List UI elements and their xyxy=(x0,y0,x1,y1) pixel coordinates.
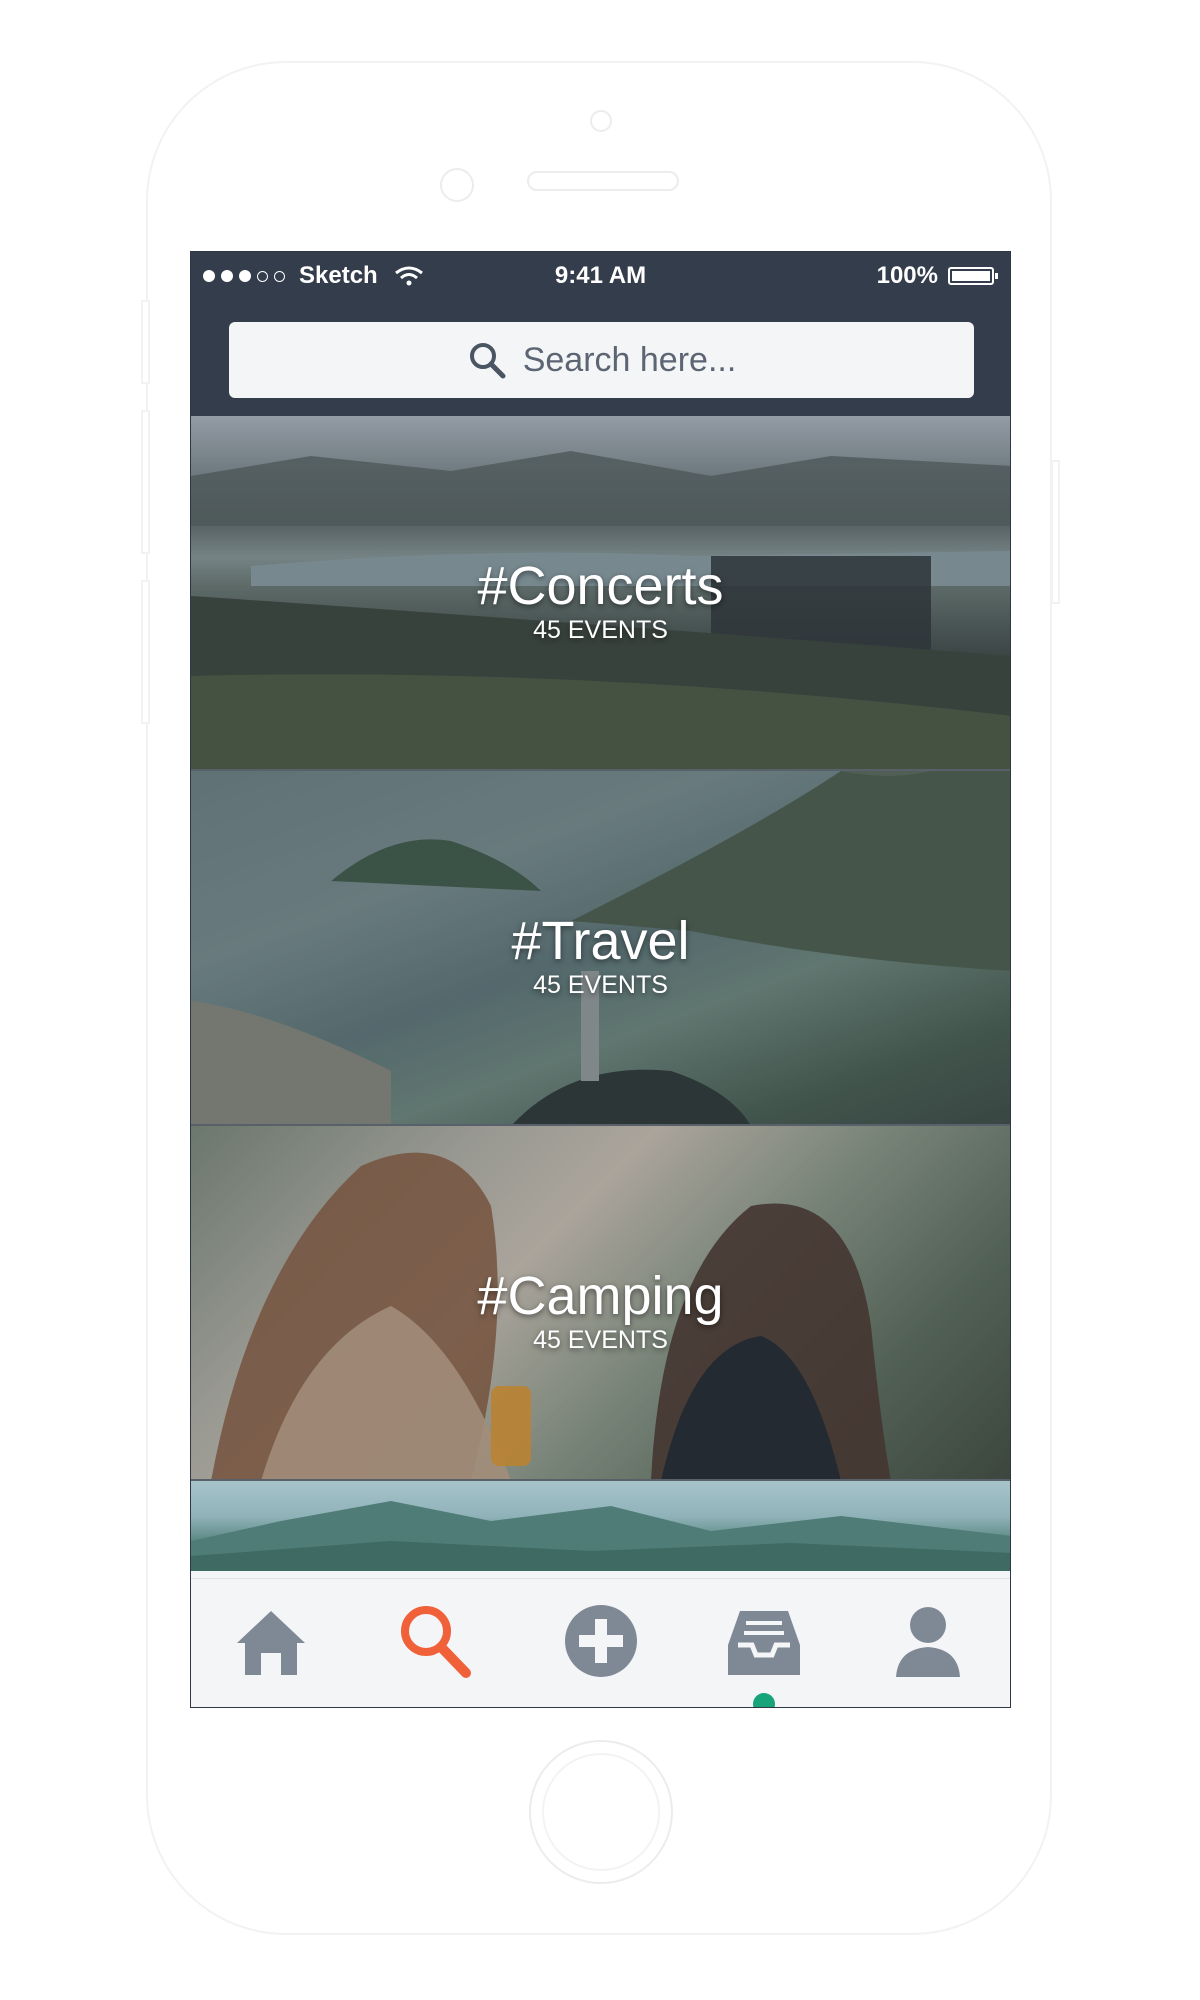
search-placeholder: Search here... xyxy=(522,340,737,379)
notification-dot xyxy=(753,1693,775,1707)
profile-icon xyxy=(896,1607,960,1677)
battery-percent: 100% xyxy=(876,262,938,289)
battery-icon xyxy=(948,267,998,285)
header: Sketch 9:41 AM 100% Search here... xyxy=(191,252,1010,416)
category-label: #Travel 45 EVENTS xyxy=(191,911,1010,999)
search-icon xyxy=(401,1606,471,1678)
category-card-camping[interactable]: #Camping 45 EVENTS xyxy=(191,1126,1010,1481)
category-count: 45 EVENTS xyxy=(533,1326,668,1354)
category-count: 45 EVENTS xyxy=(533,616,668,644)
category-card-concerts[interactable]: #Concerts 45 EVENTS xyxy=(191,416,1010,771)
speaker-grille xyxy=(527,171,679,191)
status-bar: Sketch 9:41 AM 100% xyxy=(191,252,1010,300)
tab-search[interactable] xyxy=(394,1601,474,1681)
side-button xyxy=(141,580,150,724)
home-icon xyxy=(237,1611,305,1675)
front-camera xyxy=(590,110,612,132)
home-button-ring xyxy=(542,1753,660,1871)
inbox-icon xyxy=(728,1611,800,1675)
app-screen: Sketch 9:41 AM 100% Search here... #Conc… xyxy=(190,251,1011,1708)
side-button xyxy=(141,410,150,554)
category-name: #Travel xyxy=(511,911,690,971)
category-card-travel[interactable]: #Travel 45 EVENTS xyxy=(191,771,1010,1126)
category-label: #Camping 45 EVENTS xyxy=(191,1266,1010,1354)
proximity-sensor xyxy=(440,168,474,202)
category-card-partial[interactable] xyxy=(191,1481,1010,1571)
search-icon xyxy=(469,343,506,379)
category-count: 45 EVENTS xyxy=(533,971,668,999)
category-label: #Concerts 45 EVENTS xyxy=(191,556,1010,644)
tab-inbox[interactable] xyxy=(724,1601,804,1681)
category-name: #Concerts xyxy=(477,556,724,616)
tab-bar xyxy=(191,1578,1010,1707)
search-input[interactable]: Search here... xyxy=(229,322,974,398)
tab-profile[interactable] xyxy=(888,1601,968,1681)
side-button xyxy=(1051,460,1060,604)
mountains-image xyxy=(191,1501,1010,1571)
add-icon xyxy=(565,1605,637,1677)
tab-home[interactable] xyxy=(231,1601,311,1681)
category-name: #Camping xyxy=(477,1266,724,1326)
tab-add[interactable] xyxy=(561,1601,641,1681)
side-button xyxy=(141,300,150,384)
